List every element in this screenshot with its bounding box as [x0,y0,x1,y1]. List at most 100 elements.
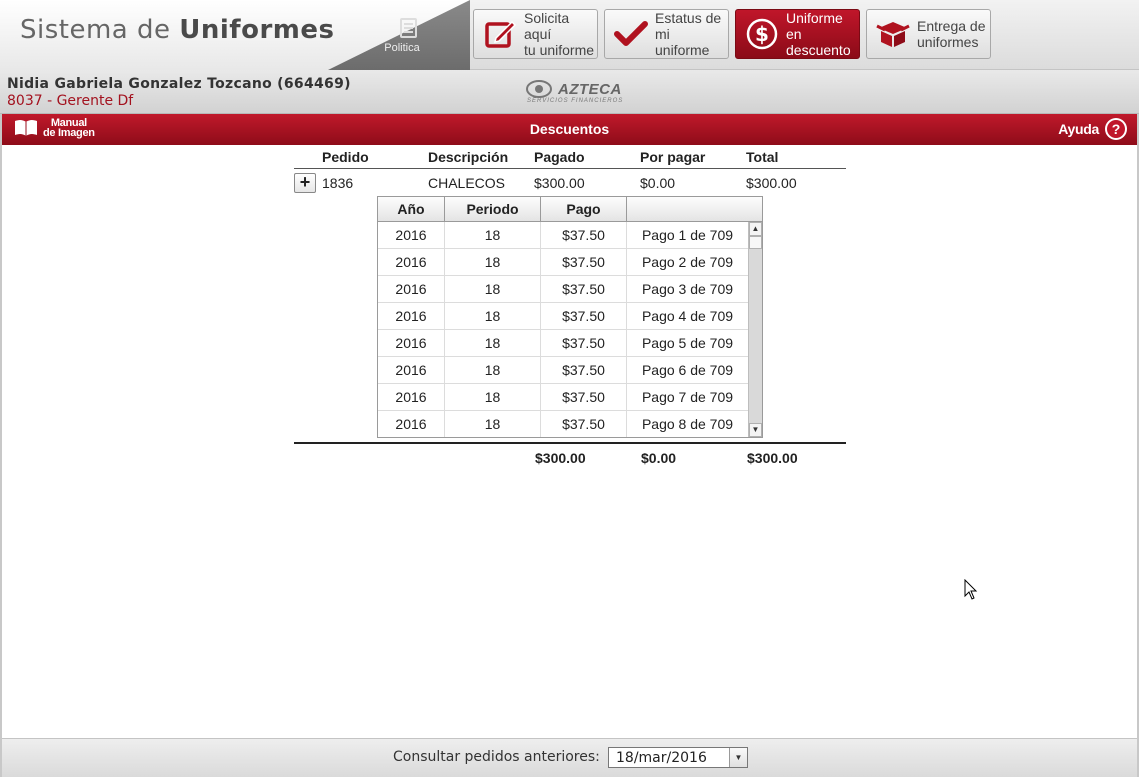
cell-pago: $37.50 [541,330,627,357]
cell-periodo: 18 [445,276,541,303]
dollar-icon: $ [744,16,780,52]
cell-periodo: 18 [445,303,541,330]
chevron-down-icon[interactable]: ▼ [729,748,747,767]
cell-anio: 2016 [378,384,445,411]
payments-grid: Año Periodo Pago 2016 18 $37.50 Pago 1 d… [377,196,763,438]
nav-estatus-label: Estatus de mi uniforme [655,10,722,58]
help-link[interactable]: Ayuda ? [1058,118,1127,140]
mouse-cursor-icon [964,579,978,600]
edit-icon [482,16,518,52]
politica-label[interactable]: Politica [382,42,422,54]
svg-text:$: $ [755,22,769,46]
cell-anio: 2016 [378,222,445,249]
help-icon: ? [1105,118,1127,140]
app-title: Sistema de Uniformes [20,15,335,45]
cell-detalle: Pago 6 de 709 [641,362,734,378]
cell-pago: $37.50 [541,303,627,330]
cell-pago: $37.50 [541,384,627,411]
cell-pago: $37.50 [541,276,627,303]
scroll-down-icon[interactable]: ▼ [749,423,762,437]
azteca-logo: AZTECA SERVICIOS FINANCIEROS [525,78,624,108]
section-bar: Manual de Imagen Descuentos Ayuda ? [2,114,1137,145]
section-title: Descuentos [529,121,610,137]
table-row: 2016 18 $37.50 Pago 2 de 709 [378,249,748,276]
date-select-value: 18/mar/2016 [616,750,707,766]
col-detalle[interactable] [627,197,762,222]
cell-pago: $37.50 [541,357,627,384]
app-title-light: Sistema de [20,15,171,45]
cell-periodo: 18 [445,384,541,411]
cell-anio: 2016 [378,357,445,384]
user-role: 8037 - Gerente Df [7,93,134,109]
table-row: 2016 18 $37.50 Pago 3 de 709 [378,276,748,303]
cell-periodo: 18 [445,411,541,437]
table-row: 2016 18 $37.50 Pago 5 de 709 [378,330,748,357]
user-name: Nidia Gabriela Gonzalez Tozcano (664469) [7,76,351,92]
help-glyph: ? [1107,120,1125,138]
table-row: 2016 18 $37.50 Pago 8 de 709 [378,411,748,437]
nav-entrega-label: Entrega de uniformes [917,18,986,50]
payments-header: Año Periodo Pago [378,197,762,222]
box-icon [875,16,911,52]
cell-pago: $37.50 [541,222,627,249]
brand-name: AZTECA [558,81,622,98]
user-bar: Nidia Gabriela Gonzalez Tozcano (664469)… [0,70,1139,114]
help-label: Ayuda [1058,121,1099,137]
document-icon[interactable] [400,18,417,38]
nav-solicita-button[interactable]: Solicita aquí tu uniforme [473,9,598,59]
table-row: 2016 18 $37.50 Pago 1 de 709 [378,222,748,249]
orders-header: Pedido Descripción Pagado Por pagar Tota… [294,145,846,169]
col-pedido: Pedido [322,149,369,165]
cell-detalle: Pago 7 de 709 [641,389,734,405]
cell-pago: $37.50 [541,249,627,276]
col-pagado: Pagado [534,149,585,165]
col-pago[interactable]: Pago [541,197,627,222]
cell-pagado: $300.00 [534,175,585,191]
payments-body: 2016 18 $37.50 Pago 1 de 709 2016 18 $37… [378,222,748,437]
cell-detalle: Pago 8 de 709 [641,416,734,432]
col-total: Total [746,149,779,165]
cell-detalle: Pago 3 de 709 [641,281,734,297]
nav-descuento-label: Uniforme en descuento [786,10,851,58]
scroll-thumb[interactable] [749,236,762,249]
col-anio[interactable]: Año [378,197,445,222]
total-total: $300.00 [747,450,798,466]
nav-entrega-button[interactable]: Entrega de uniformes [866,9,991,59]
cell-detalle: Pago 4 de 709 [641,308,734,324]
checkmark-icon [613,16,649,52]
cell-periodo: 18 [445,357,541,384]
app-header: Sistema de Uniformes Politica Solicita a… [0,0,1139,70]
cell-detalle: Pago 1 de 709 [641,227,734,243]
nav-solicita-label: Solicita aquí tu uniforme [524,10,595,58]
app-title-bold: Uniformes [179,15,335,45]
cell-periodo: 18 [445,330,541,357]
cell-detalle: Pago 5 de 709 [641,335,734,351]
cell-anio: 2016 [378,276,445,303]
nav-descuento-button[interactable]: $ Uniforme en descuento [735,9,860,59]
brand-subtitle: SERVICIOS FINANCIEROS [527,98,624,104]
date-select[interactable]: 18/mar/2016 ▼ [608,747,748,768]
table-row: + 1836 CHALECOS $300.00 $0.00 $300.00 [294,169,846,197]
nav-estatus-button[interactable]: Estatus de mi uniforme [604,9,729,59]
cell-detalle: Pago 2 de 709 [641,254,734,270]
cell-anio: 2016 [378,411,445,437]
previous-orders-label: Consultar pedidos anteriores: [393,749,600,765]
cell-anio: 2016 [378,330,445,357]
payments-scrollbar[interactable]: ▲ ▼ [748,222,762,437]
cell-descripcion: CHALECOS [428,175,506,191]
scroll-up-icon[interactable]: ▲ [749,222,762,236]
cell-total: $300.00 [746,175,797,191]
col-por-pagar: Por pagar [640,149,706,165]
footer-bar: Consultar pedidos anteriores: 18/mar/201… [2,738,1137,777]
totals-row: $300.00 $0.00 $300.00 [294,442,846,470]
expand-row-button[interactable]: + [294,173,316,193]
table-row: 2016 18 $37.50 Pago 7 de 709 [378,384,748,411]
total-pagado: $300.00 [535,450,586,466]
col-descripcion: Descripción [428,149,509,165]
total-por-pagar: $0.00 [641,450,677,466]
azteca-logo-icon [526,80,552,98]
table-row: 2016 18 $37.50 Pago 4 de 709 [378,303,748,330]
col-periodo[interactable]: Periodo [445,197,541,222]
cell-anio: 2016 [378,249,445,276]
cell-pedido: 1836 [322,175,354,191]
